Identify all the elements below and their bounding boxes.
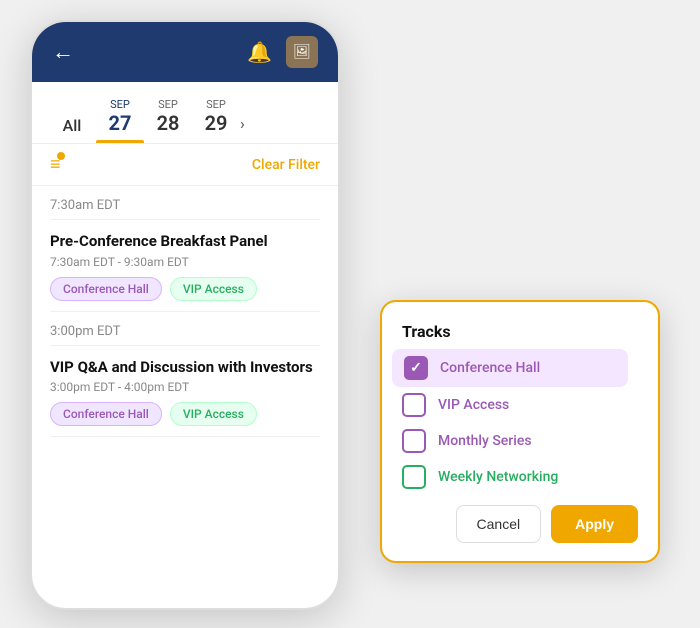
checkbox-weekly-networking[interactable] [402, 465, 426, 489]
session-title-1: Pre-Conference Breakfast Panel [50, 232, 320, 252]
app-header: ← 🔔 🖼 [32, 22, 338, 82]
tab-sep28[interactable]: SEP 28 [144, 92, 192, 143]
session-tags-1: Conference Hall VIP Access [50, 277, 320, 301]
session-title-2: VIP Q&A and Discussion with Investors [50, 358, 320, 378]
track-option-vip-access[interactable]: VIP Access [402, 393, 638, 417]
session-card-1[interactable]: Pre-Conference Breakfast Panel 7:30am ED… [50, 220, 320, 312]
header-icons: 🔔 🖼 [247, 36, 318, 68]
panel-buttons: Cancel Apply [402, 505, 638, 543]
cancel-button[interactable]: Cancel [456, 505, 542, 543]
tracks-panel: Tracks Conference Hall VIP Access Monthl… [380, 300, 660, 563]
track-label-weekly-networking: Weekly Networking [438, 469, 558, 485]
tag-vip-access-2[interactable]: VIP Access [170, 402, 257, 426]
tab-sep28-month: SEP [158, 98, 178, 111]
checkbox-conference-hall[interactable] [404, 356, 428, 380]
track-label-monthly-series: Monthly Series [438, 433, 532, 449]
tab-all-label: All [63, 116, 82, 135]
track-option-weekly-networking[interactable]: Weekly Networking [402, 465, 638, 489]
tag-conference-hall-2[interactable]: Conference Hall [50, 402, 162, 426]
tab-sep27-day: 27 [109, 111, 132, 135]
clear-filter-button[interactable]: Clear Filter [252, 157, 320, 173]
apply-button[interactable]: Apply [551, 505, 638, 543]
tab-sep27-month: SEP [110, 98, 130, 111]
track-label-conference-hall: Conference Hall [440, 360, 540, 376]
tab-sep29-month: SEP [206, 98, 226, 111]
tabs-next-arrow[interactable]: › [240, 114, 245, 143]
session-card-2[interactable]: VIP Q&A and Discussion with Investors 3:… [50, 346, 320, 438]
tab-all[interactable]: All [48, 110, 96, 143]
filter-active-dot [57, 152, 65, 160]
session-time-2: 3:00pm EDT - 4:00pm EDT [50, 380, 320, 394]
tag-conference-hall-1[interactable]: Conference Hall [50, 277, 162, 301]
date-tabs: All SEP 27 SEP 28 SEP 29 › [32, 82, 338, 144]
tab-sep29-day: 29 [205, 111, 228, 135]
avatar[interactable]: 🖼 [286, 36, 318, 68]
session-time-1: 7:30am EDT - 9:30am EDT [50, 255, 320, 269]
time-label-1: 7:30am EDT [50, 186, 320, 220]
filter-bar: ≡ Clear Filter [32, 144, 338, 186]
session-tags-2: Conference Hall VIP Access [50, 402, 320, 426]
track-label-vip-access: VIP Access [438, 397, 509, 413]
tab-sep27[interactable]: SEP 27 [96, 92, 144, 143]
tracks-panel-title: Tracks [402, 322, 638, 341]
back-button[interactable]: ← [52, 39, 74, 65]
tag-vip-access-1[interactable]: VIP Access [170, 277, 257, 301]
track-option-monthly-series[interactable]: Monthly Series [402, 429, 638, 453]
checkbox-monthly-series[interactable] [402, 429, 426, 453]
tab-sep29[interactable]: SEP 29 [192, 92, 240, 143]
phone-shell: ← 🔔 🖼 All SEP 27 SEP 28 SEP 29 › [30, 20, 340, 610]
track-option-conference-hall[interactable]: Conference Hall [402, 355, 638, 381]
bell-icon[interactable]: 🔔 [247, 40, 272, 64]
filter-icon-wrap[interactable]: ≡ [50, 154, 61, 175]
checkbox-vip-access[interactable] [402, 393, 426, 417]
schedule-content: 7:30am EDT Pre-Conference Breakfast Pane… [32, 186, 338, 610]
tab-sep28-day: 28 [157, 111, 180, 135]
time-label-2: 3:00pm EDT [50, 312, 320, 346]
